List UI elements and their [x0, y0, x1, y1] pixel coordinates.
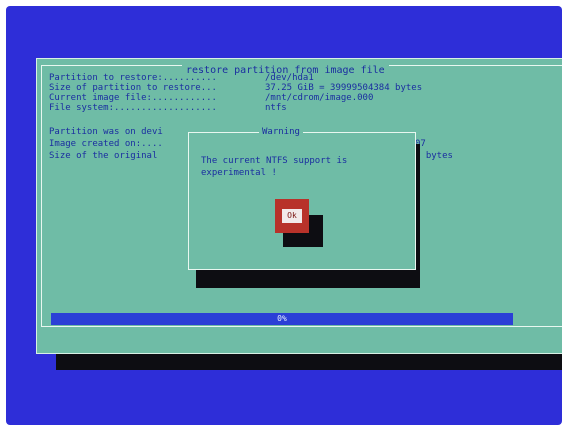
- original-size-label: Size of the original: [49, 151, 158, 161]
- original-size-value: 4 bytes: [415, 151, 453, 161]
- warning-message: The current NTFS support is experimental…: [201, 156, 348, 178]
- device-label: Partition was on devi: [49, 127, 163, 137]
- filesystem-value: ntfs: [265, 103, 287, 113]
- warning-dialog: Warning The current NTFS support is expe…: [188, 126, 416, 270]
- ok-button-label: Ok: [282, 209, 302, 223]
- ok-button[interactable]: Ok: [275, 199, 309, 233]
- terminal-screen: restore partition from image file Partit…: [6, 6, 562, 425]
- created-label: Image created on:....: [49, 139, 163, 149]
- filesystem-label: File system:...................: [49, 103, 217, 113]
- progress-bar: 0%: [51, 313, 513, 325]
- warning-title: Warning: [259, 126, 303, 138]
